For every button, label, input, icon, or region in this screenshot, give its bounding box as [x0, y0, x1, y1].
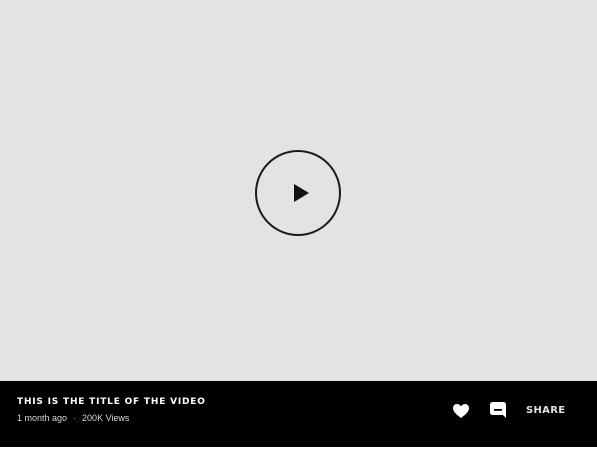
meta-separator: · — [73, 413, 77, 423]
comment-button[interactable] — [488, 400, 508, 420]
video-area[interactable] — [0, 0, 597, 381]
upload-age: 1 month ago — [17, 413, 68, 423]
video-title: THIS IS THE TITLE OF THE VIDEO — [17, 397, 206, 407]
share-button[interactable]: SHARE — [526, 405, 565, 416]
comment-icon — [490, 402, 506, 418]
heart-icon — [453, 404, 469, 418]
video-meta: 1 month ago · 200K Views — [17, 413, 129, 423]
view-count: 200K Views — [82, 413, 130, 423]
play-button[interactable] — [255, 150, 341, 236]
like-button[interactable] — [451, 401, 471, 421]
play-icon — [294, 184, 309, 202]
video-player: THIS IS THE TITLE OF THE VIDEO 1 month a… — [0, 0, 597, 449]
